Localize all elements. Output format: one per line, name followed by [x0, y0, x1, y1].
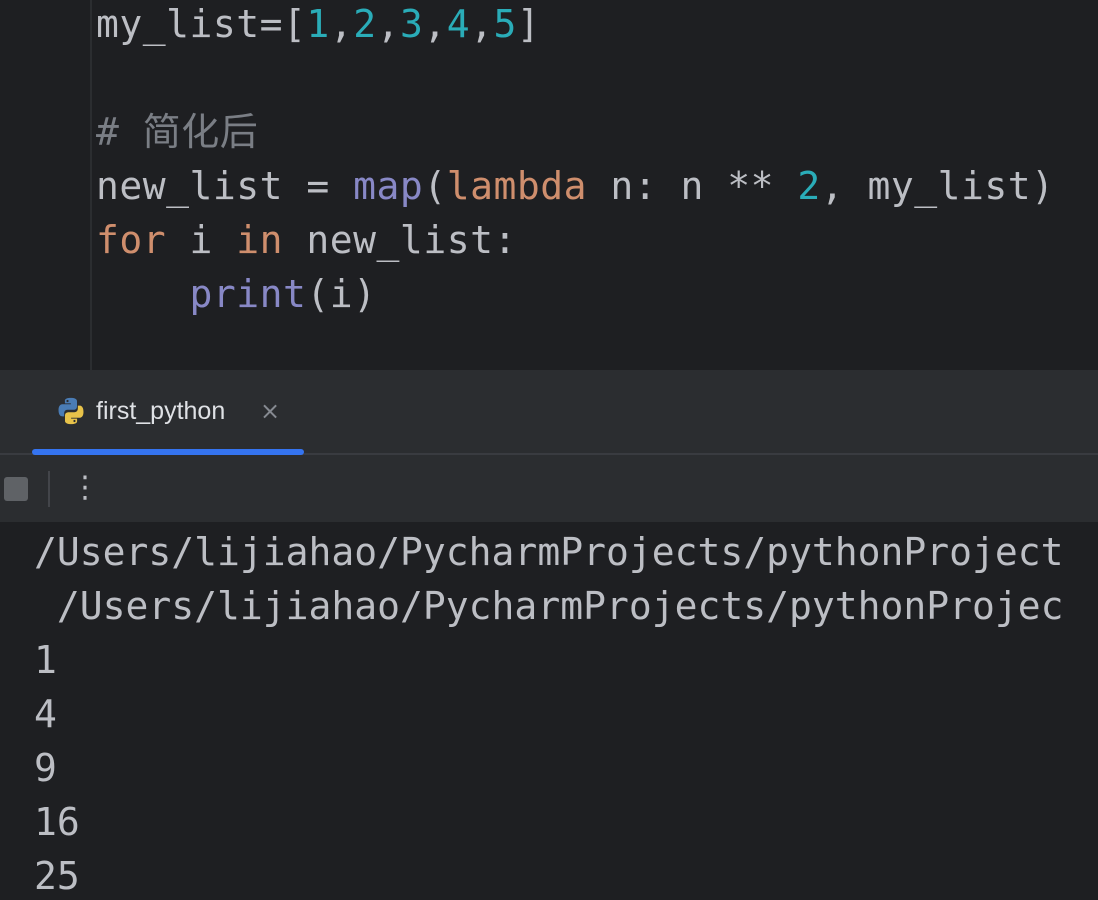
code-number: 3 — [399, 2, 424, 46]
code-number: 2 — [353, 2, 377, 46]
code-number: 5 — [493, 2, 517, 46]
console-line: 4 — [34, 692, 57, 736]
indent-guide — [90, 0, 92, 370]
code-token: , — [376, 2, 400, 46]
console-line: /Users/lijiahao/PycharmProjects/pythonPr… — [34, 530, 1064, 574]
keyword-in: in — [236, 218, 284, 262]
code-line-1[interactable]: my_list=[1,2,3,4,5] — [96, 0, 540, 51]
run-tool-window-header: first_python × — [0, 370, 1098, 455]
console-line: 1 — [34, 638, 57, 682]
builtin-map: map — [353, 164, 424, 208]
console-line: /Users/lijiahao/PycharmProjects/pythonPr… — [34, 584, 1064, 628]
code-token: my_list=[ — [96, 2, 307, 46]
code-line-print[interactable]: print(i) — [96, 267, 377, 321]
console-line: 16 — [34, 800, 80, 844]
run-toolbar: ⋮ — [0, 455, 1098, 522]
keyword-for: for — [96, 218, 167, 262]
code-token: new_list: — [283, 218, 517, 262]
code-token: , — [470, 2, 494, 46]
comment-hash: # — [96, 110, 143, 154]
code-number: 1 — [306, 2, 330, 46]
code-token: , — [329, 2, 354, 46]
code-line-map[interactable]: new_list = map(lambda n: n ** 2, my_list… — [96, 159, 1055, 213]
builtin-print: print — [189, 272, 307, 316]
code-token: ] — [516, 2, 541, 46]
console-line: 9 — [34, 746, 57, 790]
code-token: , — [423, 2, 447, 46]
code-token: new_list = — [96, 164, 354, 208]
run-tab-label: first_python — [96, 397, 226, 425]
code-token: i — [166, 218, 237, 262]
console-line: 25 — [34, 854, 80, 898]
keyword-lambda: lambda — [446, 164, 587, 208]
code-token: n: n ** — [586, 164, 798, 208]
python-icon — [58, 397, 84, 425]
code-token: (i) — [306, 272, 377, 316]
stop-icon[interactable] — [4, 477, 28, 501]
code-number: 4 — [446, 2, 471, 46]
code-line-comment[interactable]: # 简化后 — [96, 105, 258, 159]
code-line-for[interactable]: for i in new_list: — [96, 213, 517, 267]
code-token: , my_list) — [820, 164, 1055, 208]
code-number: 2 — [797, 164, 821, 208]
comment-text: 简化后 — [142, 110, 259, 154]
toolbar-divider — [48, 471, 50, 507]
more-options-icon[interactable]: ⋮ — [70, 465, 100, 511]
code-editor[interactable]: my_list=[1,2,3,4,5] # 简化后 new_list = map… — [0, 0, 1098, 370]
run-tab-first-python[interactable]: first_python × — [32, 370, 304, 455]
console-output[interactable]: /Users/lijiahao/PycharmProjects/pythonPr… — [0, 522, 1098, 900]
close-icon[interactable]: × — [260, 370, 280, 453]
code-token: ( — [423, 164, 447, 208]
